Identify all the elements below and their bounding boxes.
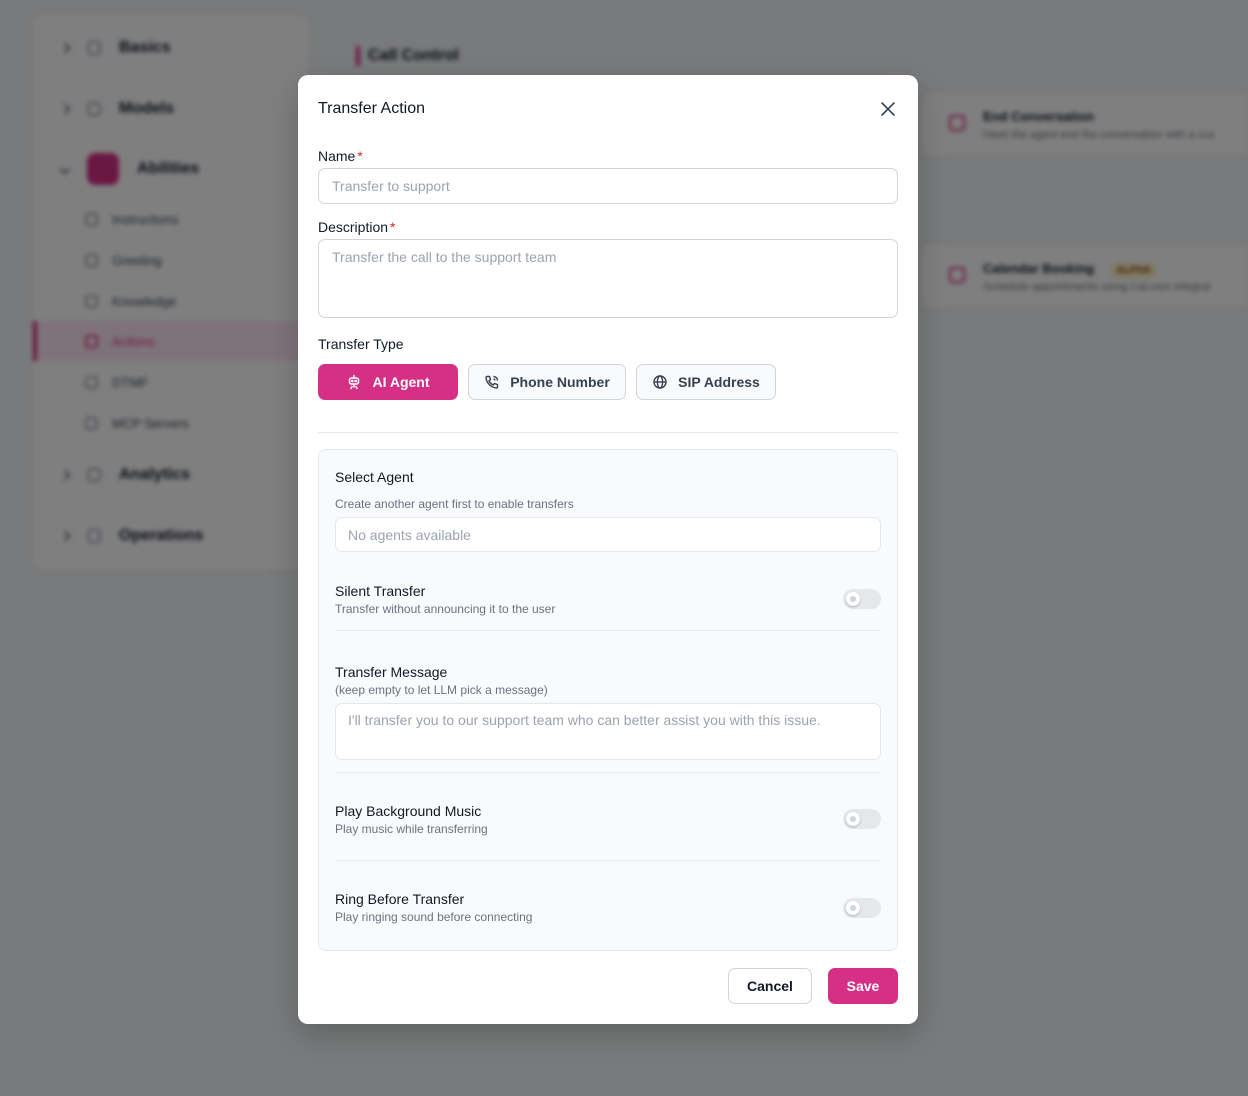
close-button[interactable]: [878, 99, 898, 119]
description-input[interactable]: [318, 239, 898, 318]
silent-transfer-desc: Transfer without announcing it to the us…: [335, 602, 556, 616]
modal-title: Transfer Action: [318, 100, 426, 117]
transfer-message-hint: (keep empty to let LLM pick a message): [335, 683, 548, 697]
toggle-knob: [846, 592, 860, 606]
select-agent-label: Select Agent: [335, 469, 414, 485]
section-divider: [318, 432, 898, 433]
silent-transfer-toggle[interactable]: [843, 589, 881, 609]
name-label: Name *: [318, 148, 363, 164]
ring-before-transfer-label: Ring Before Transfer: [335, 891, 465, 907]
bot-icon: [349, 374, 360, 390]
phone-icon: [485, 375, 499, 389]
transfer-message-input[interactable]: [335, 703, 881, 760]
transfer-type-sip-address-button[interactable]: SIP Address: [636, 364, 776, 400]
agent-transfer-panel: Select Agent Create another agent first …: [318, 449, 898, 951]
close-icon: [881, 102, 895, 116]
silent-transfer-label: Silent Transfer: [335, 583, 426, 599]
toggle-knob: [846, 812, 860, 826]
cancel-button[interactable]: Cancel: [728, 968, 812, 1004]
ring-before-transfer-desc: Play ringing sound before connecting: [335, 910, 533, 924]
transfer-action-modal: Transfer Action Name* Description* Trans…: [298, 75, 918, 1024]
background-music-toggle[interactable]: [843, 809, 881, 829]
panel-divider: [335, 772, 881, 773]
required-mark: *: [390, 219, 396, 235]
background-music-label: Play Background Music: [335, 803, 482, 819]
panel-divider: [335, 860, 881, 861]
transfer-type-ai-agent-button[interactable]: AI Agent: [318, 364, 458, 400]
select-agent-hint: Create another agent first to enable tra…: [335, 497, 574, 511]
toggle-knob: [846, 901, 860, 915]
background-music-desc: Play music while transferring: [335, 822, 488, 836]
select-agent-input[interactable]: [335, 517, 881, 552]
transfer-type-label: Transfer Type: [318, 336, 404, 352]
save-button[interactable]: Save: [828, 968, 898, 1004]
description-label: Description *: [318, 219, 396, 235]
transfer-type-phone-number-button[interactable]: Phone Number: [468, 364, 626, 400]
globe-icon: [653, 375, 667, 389]
name-input[interactable]: [318, 168, 898, 204]
required-mark: *: [357, 148, 363, 164]
transfer-message-label: Transfer Message: [335, 664, 448, 680]
ring-before-transfer-toggle[interactable]: [843, 898, 881, 918]
panel-divider: [335, 630, 881, 631]
